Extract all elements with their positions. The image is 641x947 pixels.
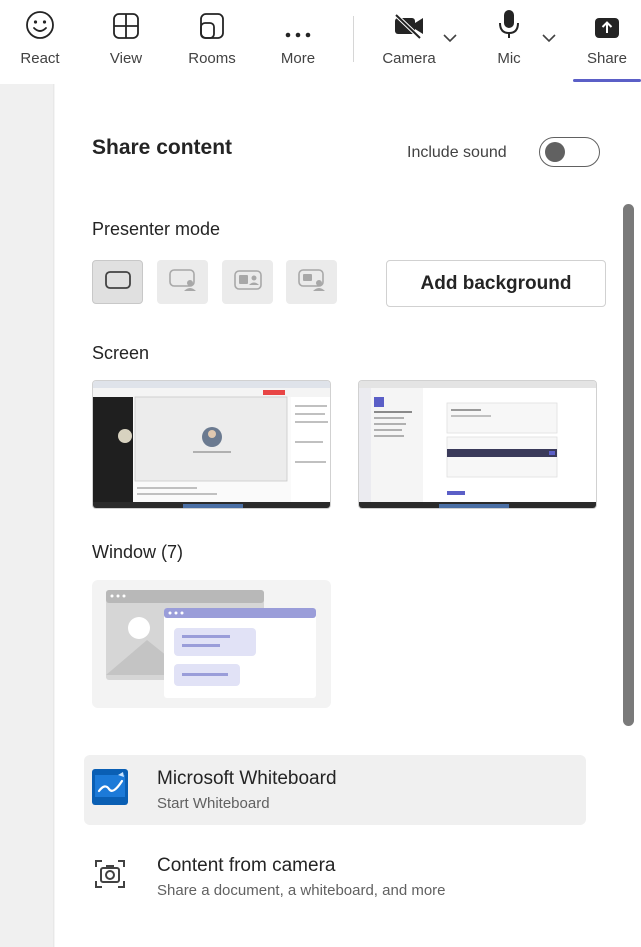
smiley-icon [25, 0, 55, 44]
left-strip [0, 84, 54, 947]
camera-button[interactable]: Camera [378, 0, 440, 84]
more-label: More [280, 50, 316, 67]
rooms-icon [197, 0, 227, 44]
content-from-camera-option[interactable]: Content from camera Share a document, a … [84, 842, 586, 912]
ellipsis-icon [284, 0, 312, 44]
screen-thumbnail-2[interactable] [358, 380, 597, 509]
share-content-panel: Share content Include sound Presenter mo… [55, 84, 641, 947]
grid-icon [112, 0, 140, 44]
content-only-icon [104, 270, 132, 295]
screen-thumbnail-1[interactable] [92, 380, 331, 509]
react-label: React [20, 50, 60, 67]
side-by-side-icon [233, 269, 263, 296]
toggle-knob [545, 142, 565, 162]
rooms-button[interactable]: Rooms [184, 0, 240, 84]
add-background-button[interactable]: Add background [386, 260, 606, 307]
view-button[interactable]: View [103, 0, 149, 84]
window-illustration [106, 590, 316, 698]
standout-icon [168, 268, 198, 297]
microphone-icon [497, 0, 521, 44]
more-button[interactable]: More [274, 0, 322, 84]
share-active-indicator [573, 79, 641, 82]
presenter-mode-side-by-side[interactable] [222, 260, 273, 304]
view-label: View [109, 50, 143, 67]
camera-content-subtitle: Share a document, a whiteboard, and more [157, 882, 446, 899]
window-section-label: Window (7) [92, 542, 184, 562]
mic-options-chevron-icon[interactable] [541, 30, 557, 48]
meeting-toolbar: React View Rooms More Camera Mic Share [0, 0, 641, 84]
whiteboard-icon [92, 769, 128, 805]
mic-label: Mic [497, 50, 521, 67]
share-upload-icon [594, 0, 620, 44]
camera-options-chevron-icon[interactable] [442, 30, 458, 48]
screen-section-label: Screen [92, 343, 150, 363]
camera-label: Camera [382, 50, 436, 67]
camera-off-icon [392, 0, 426, 44]
whiteboard-title: Microsoft Whiteboard [157, 768, 337, 789]
panel-title: Share content [92, 136, 233, 159]
react-button[interactable]: React [14, 0, 66, 84]
share-label: Share [586, 50, 628, 67]
toolbar-divider [353, 16, 354, 62]
rooms-label: Rooms [188, 50, 236, 67]
camera-content-title: Content from camera [157, 855, 336, 876]
camera-scan-icon [92, 856, 128, 892]
whiteboard-subtitle: Start Whiteboard [157, 795, 270, 812]
include-sound-toggle[interactable] [539, 137, 600, 167]
microsoft-whiteboard-option[interactable]: Microsoft Whiteboard Start Whiteboard [84, 755, 586, 825]
window-thumbnail[interactable] [92, 580, 331, 708]
mic-button[interactable]: Mic [487, 0, 531, 84]
presenter-mode-reporter[interactable] [286, 260, 337, 304]
panel-scrollbar[interactable] [623, 204, 634, 726]
share-button[interactable]: Share [583, 0, 631, 84]
presenter-mode-standout[interactable] [157, 260, 208, 304]
presenter-mode-label: Presenter mode [92, 219, 221, 239]
include-sound-label: Include sound [407, 144, 507, 161]
presenter-mode-content-only[interactable] [92, 260, 143, 304]
reporter-icon [297, 268, 327, 297]
